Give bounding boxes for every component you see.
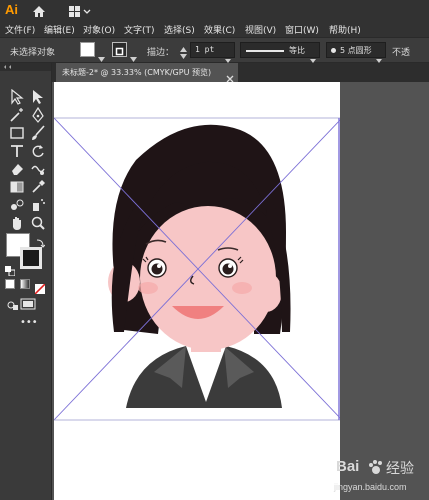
document-tab-label: 未标题-2* @ 33.33% (CMYK/GPU 预览) <box>62 68 212 77</box>
color-mode-icon[interactable] <box>5 279 15 289</box>
menu-type[interactable]: 文字(T) <box>124 23 155 36</box>
stroke-weight-value: 1 pt <box>195 45 215 54</box>
stroke-profile-label: 等比 <box>289 46 305 55</box>
artboard[interactable] <box>54 82 340 500</box>
document-tab[interactable]: 未标题-2* @ 33.33% (CMYK/GPU 预览) <box>56 63 238 83</box>
left-cheek <box>138 282 158 294</box>
stroke-profile-field[interactable]: 等比 <box>240 42 320 63</box>
none-mode-icon[interactable] <box>34 279 46 298</box>
screen-mode-icon[interactable] <box>20 295 36 314</box>
title-bar: Ai <box>0 0 429 20</box>
left-eye-highlight <box>157 264 161 268</box>
eraser-tool-icon[interactable] <box>9 161 25 177</box>
more-tools-icon[interactable]: ••• <box>20 317 38 328</box>
menu-select[interactable]: 选择(S) <box>164 23 195 36</box>
magic-wand-tool-icon[interactable] <box>9 107 25 123</box>
menu-window[interactable]: 窗口(W) <box>285 23 319 36</box>
stroke-swatch[interactable] <box>112 42 127 57</box>
direct-selection-tool-icon[interactable] <box>30 89 46 105</box>
opacity-label[interactable]: 不透 <box>392 45 410 58</box>
rotate-tool-icon[interactable] <box>30 143 46 159</box>
watermark-brand-2: 经验 <box>386 461 414 477</box>
canvas-area[interactable]: Bai 经验 jingyan.baidu.com <box>52 82 429 500</box>
right-ear <box>250 272 282 312</box>
watermark-url: jingyan.baidu.com <box>334 482 407 492</box>
document-tab-bar: 未标题-2* @ 33.33% (CMYK/GPU 预览) <box>52 63 429 83</box>
paintbrush-tool-icon[interactable] <box>30 125 46 141</box>
watermark: Bai 经验 jingyan.baidu.com <box>334 454 429 500</box>
rectangle-tool-icon[interactable] <box>9 125 25 141</box>
brush-definition-label: 5 点圆形 <box>340 46 372 55</box>
brush-definition-field[interactable]: 5 点圆形 <box>326 42 386 63</box>
watermark-paw-icon <box>368 459 384 479</box>
menu-effect[interactable]: 效果(C) <box>204 23 235 36</box>
gradient-mode-icon[interactable] <box>20 279 30 289</box>
gradient-tool-icon[interactable] <box>9 179 25 195</box>
menu-help[interactable]: 帮助(H) <box>329 23 361 36</box>
default-fill-stroke-icon[interactable] <box>5 261 16 280</box>
portrait-illustration[interactable] <box>54 82 340 500</box>
menu-view[interactable]: 视图(V) <box>245 23 276 36</box>
zoom-tool-icon[interactable] <box>30 215 46 231</box>
warp-tool-icon[interactable] <box>30 161 46 177</box>
eyedropper-tool-icon[interactable] <box>30 179 46 195</box>
menu-edit[interactable]: 编辑(E) <box>44 23 75 36</box>
stroke-profile-line-icon <box>246 50 284 52</box>
stroke-weight-stepper-icon[interactable] <box>180 44 187 63</box>
selection-tool-icon[interactable] <box>9 89 25 105</box>
brush-dot-icon <box>331 48 336 53</box>
tools-panel: ••• <box>0 63 52 500</box>
menu-bar: 文件(F) 编辑(E) 对象(O) 文字(T) 选择(S) 效果(C) 视图(V… <box>0 20 429 37</box>
swap-fill-stroke-icon[interactable] <box>35 233 46 252</box>
right-eye-highlight <box>228 264 232 268</box>
pen-tool-icon[interactable] <box>30 107 46 123</box>
stroke-weight-label: 描边： <box>147 48 175 58</box>
toolbox-header[interactable] <box>0 63 51 71</box>
fill-swatch[interactable] <box>80 42 95 57</box>
stroke-weight-field[interactable]: 1 pt <box>190 42 235 63</box>
draw-mode-icon[interactable] <box>7 296 19 315</box>
type-tool-icon[interactable] <box>9 143 25 159</box>
right-eye-pupil <box>222 263 234 275</box>
menu-file[interactable]: 文件(F) <box>5 23 35 36</box>
blend-tool-icon[interactable] <box>9 197 25 213</box>
menu-object[interactable]: 对象(O) <box>83 23 115 36</box>
app-logo: Ai <box>5 2 18 17</box>
left-eye-pupil <box>151 263 163 275</box>
watermark-brand: Bai <box>336 458 360 475</box>
symbol-sprayer-tool-icon[interactable] <box>30 197 46 213</box>
hand-tool-icon[interactable] <box>9 215 25 231</box>
right-cheek <box>232 282 252 294</box>
control-bar: 未选择对象 描边： 1 pt 等比 5 点圆形 不透 <box>0 37 429 63</box>
selection-state-label: 未选择对象 <box>10 48 56 58</box>
